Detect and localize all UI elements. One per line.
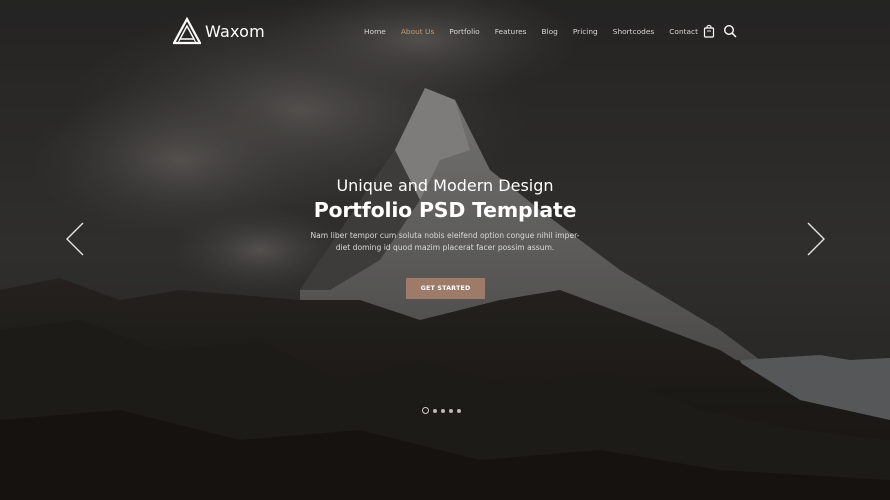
chevron-right-icon[interactable] bbox=[806, 221, 826, 257]
hero-description: Nam liber tempor cum soluta nobis eleife… bbox=[305, 230, 585, 254]
main-navigation: Home About Us Portfolio Features Blog Pr… bbox=[364, 27, 713, 36]
brand-logo[interactable]: Waxom bbox=[173, 17, 265, 45]
logo-triangle-icon bbox=[173, 17, 201, 45]
nav-item-features[interactable]: Features bbox=[495, 27, 527, 36]
get-started-button[interactable]: GET STARTED bbox=[406, 278, 485, 299]
hero-title: Portfolio PSD Template bbox=[313, 198, 577, 222]
nav-item-pricing[interactable]: Pricing bbox=[573, 27, 598, 36]
hero-description-line-2: diet doming id quod mazim placerat facer… bbox=[335, 243, 555, 252]
search-icon[interactable] bbox=[723, 24, 737, 38]
nav-item-shortcodes[interactable]: Shortcodes bbox=[613, 27, 655, 36]
hero-description-line-1: Nam liber tempor cum soluta nobis eleife… bbox=[310, 231, 580, 240]
chevron-left-icon[interactable] bbox=[65, 221, 85, 257]
nav-item-portfolio[interactable]: Portfolio bbox=[449, 27, 479, 36]
brand-name: Waxom bbox=[205, 21, 265, 41]
slider-dot-4[interactable] bbox=[449, 408, 453, 413]
nav-item-about-us[interactable]: About Us bbox=[401, 27, 434, 36]
slider-dot-3[interactable] bbox=[441, 408, 445, 413]
nav-item-blog[interactable]: Blog bbox=[541, 27, 557, 36]
hero-banner: Waxom Home About Us Portfolio Features B… bbox=[0, 0, 890, 500]
slider-dot-2[interactable] bbox=[433, 408, 437, 413]
cart-icon[interactable] bbox=[703, 25, 715, 38]
slider-dot-5[interactable] bbox=[457, 408, 461, 413]
nav-item-home[interactable]: Home bbox=[364, 27, 386, 36]
slider-pagination bbox=[422, 407, 461, 414]
nav-item-contact[interactable]: Contact bbox=[669, 27, 698, 36]
hero-subtitle: Unique and Modern Design bbox=[336, 176, 554, 195]
slider-dot-1[interactable] bbox=[422, 407, 429, 414]
